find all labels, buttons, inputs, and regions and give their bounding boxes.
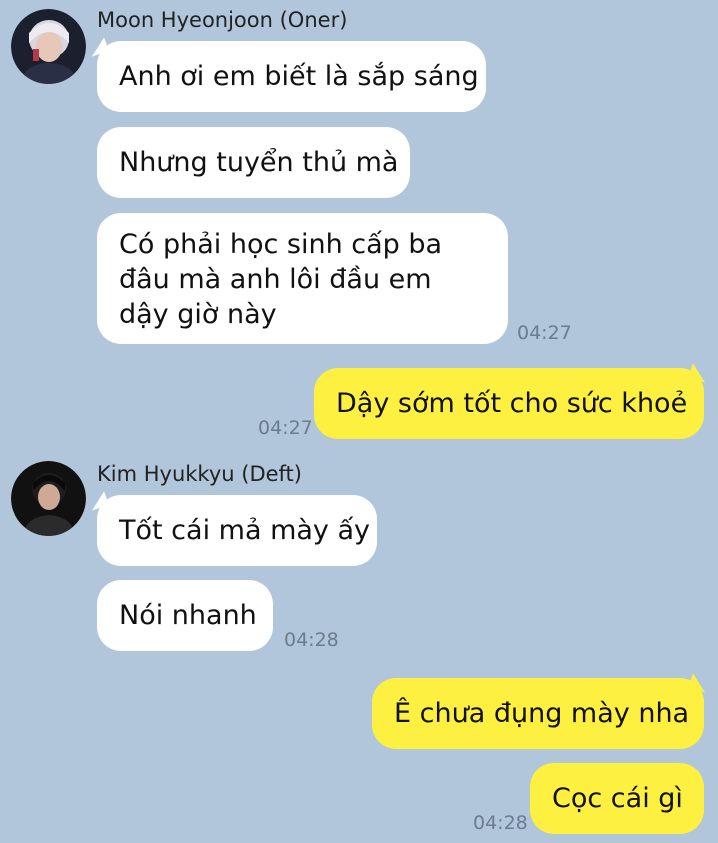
message-bubble[interactable]: Tốt cái mả mày ấy <box>97 495 377 566</box>
message-bubble[interactable]: Nhưng tuyển thủ mà <box>97 127 410 198</box>
message-bubble[interactable]: Cọc cái gì <box>530 763 704 834</box>
message-time: 04:28 <box>284 629 339 651</box>
message-bubble[interactable]: Anh ơi em biết là sắp sáng <box>97 41 486 112</box>
message-time: 04:28 <box>473 812 528 834</box>
message-time: 04:27 <box>517 322 572 344</box>
avatar-oner[interactable] <box>11 9 86 84</box>
sender-name: Kim Hyukkyu (Deft) <box>97 462 302 486</box>
oner-avatar-image <box>11 9 86 84</box>
message-time: 04:27 <box>258 417 313 439</box>
avatar-deft[interactable] <box>11 461 86 536</box>
message-bubble[interactable]: Nói nhanh <box>97 580 273 651</box>
message-bubble[interactable]: Dậy sớm tốt cho sức khoẻ <box>314 368 704 439</box>
message-bubble[interactable]: Có phải học sinh cấp ba đâu mà anh lôi đ… <box>97 213 508 344</box>
sender-name: Moon Hyeonjoon (Oner) <box>97 8 348 32</box>
deft-avatar-image <box>11 461 86 536</box>
message-bubble[interactable]: Ê chưa đụng mày nha <box>372 678 704 749</box>
